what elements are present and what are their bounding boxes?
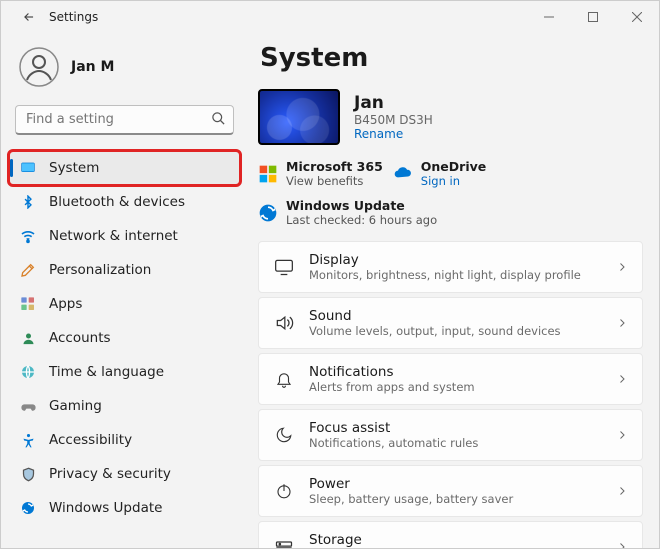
sidebar-item-label: Gaming	[49, 398, 102, 414]
tile-sub: Alerts from apps and system	[309, 380, 602, 394]
nav-list: System Bluetooth & devices Network & int…	[9, 151, 240, 525]
system-icon	[19, 159, 37, 177]
rename-link[interactable]: Rename	[354, 127, 433, 141]
tile-title: Storage	[309, 532, 602, 548]
microsoft-365-icon	[258, 164, 278, 184]
promo-update-title: Windows Update	[286, 198, 437, 213]
main-pane: System Jan B450M DS3H Rename Microsoft 3…	[244, 33, 659, 548]
tile-title: Focus assist	[309, 420, 602, 436]
back-button[interactable]	[17, 5, 41, 29]
promo-m365[interactable]: Microsoft 365 View benefits	[258, 159, 383, 188]
promo-onedrive-sub[interactable]: Sign in	[421, 174, 486, 188]
tile-sub: Notifications, automatic rules	[309, 436, 602, 450]
tile-title: Notifications	[309, 364, 602, 380]
sidebar-item-label: System	[49, 160, 99, 176]
sidebar-item-accessibility[interactable]: Accessibility	[9, 423, 240, 457]
promo-onedrive[interactable]: OneDrive Sign in	[393, 159, 486, 188]
sidebar-item-gaming[interactable]: Gaming	[9, 389, 240, 423]
search-icon	[211, 111, 226, 130]
device-thumbnail[interactable]	[258, 89, 340, 145]
tile-power[interactable]: PowerSleep, battery usage, battery saver	[258, 465, 643, 517]
chevron-right-icon	[616, 314, 628, 333]
sidebar-item-apps[interactable]: Apps	[9, 287, 240, 321]
onedrive-icon	[393, 164, 413, 184]
accessibility-icon	[19, 431, 37, 449]
sidebar-item-label: Network & internet	[49, 228, 178, 244]
shield-icon	[19, 465, 37, 483]
settings-tile-list: DisplayMonitors, brightness, night light…	[258, 241, 643, 548]
close-button[interactable]	[615, 1, 659, 33]
bell-icon	[273, 370, 295, 388]
sidebar-item-accounts[interactable]: Accounts	[9, 321, 240, 355]
tile-focus-assist[interactable]: Focus assistNotifications, automatic rul…	[258, 409, 643, 461]
maximize-button[interactable]	[571, 1, 615, 33]
avatar	[19, 47, 59, 87]
sidebar-item-label: Time & language	[49, 364, 164, 380]
search-input[interactable]	[15, 105, 234, 135]
tile-title: Power	[309, 476, 602, 492]
globe-icon	[19, 363, 37, 381]
promo-update-sub: Last checked: 6 hours ago	[286, 213, 437, 227]
gamepad-icon	[19, 397, 37, 415]
chevron-right-icon	[616, 482, 628, 501]
title-bar: Settings	[1, 1, 659, 33]
apps-icon	[19, 295, 37, 313]
sidebar-item-privacy[interactable]: Privacy & security	[9, 457, 240, 491]
sidebar-item-network[interactable]: Network & internet	[9, 219, 240, 253]
sidebar-item-label: Privacy & security	[49, 466, 171, 482]
person-icon	[19, 329, 37, 347]
display-icon	[273, 257, 295, 277]
promo-onedrive-title: OneDrive	[421, 159, 486, 174]
sidebar-item-label: Bluetooth & devices	[49, 194, 185, 210]
tile-display[interactable]: DisplayMonitors, brightness, night light…	[258, 241, 643, 293]
sidebar-item-personalization[interactable]: Personalization	[9, 253, 240, 287]
device-name: Jan	[354, 93, 433, 113]
tile-storage[interactable]: StorageStorage space, drives, configurat…	[258, 521, 643, 548]
power-icon	[273, 482, 295, 500]
promo-row: Microsoft 365 View benefits OneDrive Sig…	[258, 159, 643, 227]
minimize-button[interactable]	[527, 1, 571, 33]
promo-update[interactable]: Windows Update Last checked: 6 hours ago	[258, 198, 437, 227]
wifi-icon	[19, 227, 37, 245]
bluetooth-icon	[19, 193, 37, 211]
search-box	[15, 105, 234, 135]
windows-update-icon	[258, 203, 278, 223]
update-icon	[19, 499, 37, 517]
chevron-right-icon	[616, 426, 628, 445]
sidebar-item-system[interactable]: System	[9, 151, 240, 185]
paintbrush-icon	[19, 261, 37, 279]
moon-icon	[273, 426, 295, 444]
chevron-right-icon	[616, 538, 628, 549]
promo-m365-sub: View benefits	[286, 174, 383, 188]
sidebar-item-label: Personalization	[49, 262, 151, 278]
chevron-right-icon	[616, 370, 628, 389]
tile-title: Sound	[309, 308, 602, 324]
sidebar-item-label: Apps	[49, 296, 82, 312]
tile-title: Display	[309, 252, 602, 268]
account-name: Jan M	[71, 59, 114, 75]
promo-m365-title: Microsoft 365	[286, 159, 383, 174]
window-title: Settings	[49, 10, 98, 24]
chevron-right-icon	[616, 258, 628, 277]
tile-sub: Sleep, battery usage, battery saver	[309, 492, 602, 506]
tile-sub: Volume levels, output, input, sound devi…	[309, 324, 602, 338]
sidebar-item-label: Accessibility	[49, 432, 132, 448]
sidebar-item-time-language[interactable]: Time & language	[9, 355, 240, 389]
sidebar-item-windows-update[interactable]: Windows Update	[9, 491, 240, 525]
tile-sound[interactable]: SoundVolume levels, output, input, sound…	[258, 297, 643, 349]
account-block[interactable]: Jan M	[9, 33, 240, 105]
storage-icon	[273, 537, 295, 548]
tile-sub: Monitors, brightness, night light, displ…	[309, 268, 602, 282]
tile-notifications[interactable]: NotificationsAlerts from apps and system	[258, 353, 643, 405]
page-title: System	[260, 43, 643, 73]
device-card: Jan B450M DS3H Rename	[258, 89, 643, 145]
sidebar-item-label: Accounts	[49, 330, 111, 346]
device-model: B450M DS3H	[354, 113, 433, 127]
sound-icon	[273, 313, 295, 333]
sidebar: Jan M System Bluetooth & devices	[1, 33, 244, 548]
sidebar-item-bluetooth[interactable]: Bluetooth & devices	[9, 185, 240, 219]
window-controls	[527, 1, 659, 33]
sidebar-item-label: Windows Update	[49, 500, 162, 516]
